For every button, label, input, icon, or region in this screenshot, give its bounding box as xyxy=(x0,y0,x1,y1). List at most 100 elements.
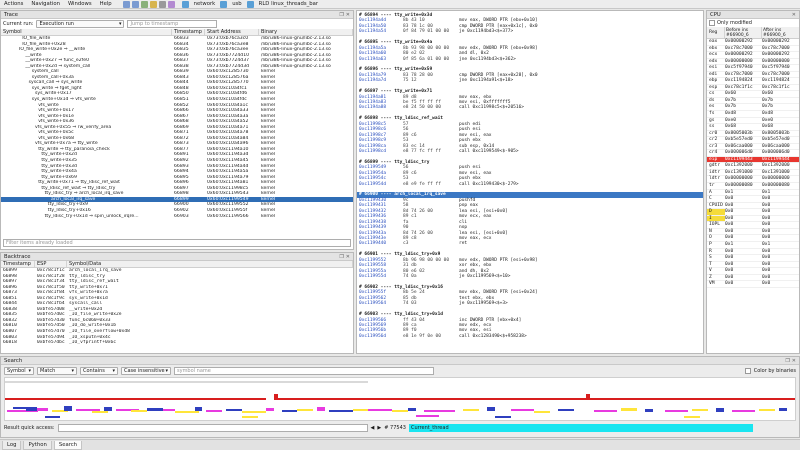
current-run-select[interactable]: Execution run ▾ xyxy=(36,20,125,28)
menu-windows[interactable]: Windows xyxy=(64,1,96,7)
timeline-hit xyxy=(621,408,637,411)
search-timeline[interactable] xyxy=(4,377,796,421)
register-before: 0x7b xyxy=(725,104,737,110)
disasm-line[interactable]: 0xc1194a63 0f 85 6a 01 00 00 jne 0xc1194bd… xyxy=(357,57,703,62)
menu-actions[interactable]: Actions xyxy=(0,1,27,7)
back-icon[interactable] xyxy=(122,0,130,8)
thread-icon[interactable] xyxy=(246,0,254,8)
disasm-line[interactable]: 0xc1199564 74 03 je 0xc1199569<$+3> xyxy=(357,301,703,306)
disasm-instruction: je 0xc1194bd3<$+377> xyxy=(459,29,514,35)
col-esp[interactable]: ESP xyxy=(35,261,67,267)
search-type-select[interactable]: Symbol ▾ xyxy=(4,366,34,375)
register-name: T xyxy=(709,261,712,267)
close-icon[interactable]: ✕ xyxy=(792,358,796,364)
current-thread-bar[interactable]: Current_thread xyxy=(408,423,753,432)
disasm-address: 0xc119954d xyxy=(359,181,387,187)
only-modified-checkbox[interactable] xyxy=(709,20,715,26)
timeline-hit xyxy=(731,410,756,412)
tab-python[interactable]: Python xyxy=(23,440,52,450)
disasm-line[interactable]: 0xc1199440 c3 ret xyxy=(357,241,703,246)
register-name: P xyxy=(709,241,712,247)
register-after: 0x00000080 xyxy=(762,183,790,189)
close-icon[interactable]: ✕ xyxy=(792,12,796,18)
col-reg[interactable]: Reg xyxy=(707,27,725,38)
menu-help[interactable]: Help xyxy=(96,1,116,7)
col-symbol-data[interactable]: Symbol/Data xyxy=(67,261,353,267)
col-symbol[interactable]: Symbol xyxy=(1,29,172,35)
next-result-icon[interactable]: ▶ xyxy=(377,425,381,431)
float-icon[interactable]: ❐ xyxy=(785,358,789,364)
register-name: ebx xyxy=(709,45,718,51)
close-icon[interactable]: ✕ xyxy=(346,254,350,260)
menu-navigation[interactable]: Navigation xyxy=(27,1,64,7)
filter-icon[interactable] xyxy=(167,0,175,8)
register-before: 0x0 xyxy=(725,248,734,254)
disasm-line[interactable]: 0xc11998cd e8 77 fc ff ff call 0xc1199549<… xyxy=(357,149,703,154)
register-after: 0x1 xyxy=(762,189,771,195)
register-before: 0xd8 xyxy=(725,111,737,117)
disasm-address: 0xc1199564 xyxy=(359,301,387,307)
cpu-panel: CPU ✕ Only modified Reg Before ins #6690… xyxy=(706,10,800,354)
tab-search[interactable]: Search xyxy=(53,440,83,450)
disassembly-lines: # 66894 ---- tty_write+0x3d 0xc1194a4d 8b … xyxy=(357,11,703,339)
trace-filter-input[interactable]: Filter items already loaded xyxy=(3,239,351,247)
register-name: cr2 xyxy=(709,137,718,143)
jump-timestamp-input[interactable]: Jump to timestamp xyxy=(127,20,218,28)
color-by-binaries-checkbox[interactable] xyxy=(744,367,751,374)
network-icon[interactable] xyxy=(181,0,189,8)
disasm-line[interactable]: 0xc119954d e8 e9 fe ff ff call 0xc1199430<… xyxy=(357,182,703,187)
timeline-hit xyxy=(5,381,369,383)
col-binary[interactable]: Binary xyxy=(259,29,353,35)
search-match-select[interactable]: Match ▾ xyxy=(37,366,77,375)
float-icon[interactable]: ❐ xyxy=(339,12,343,18)
symbol-name-input[interactable]: symbol name xyxy=(174,366,434,375)
col-before[interactable]: Before ins #66900_6 xyxy=(725,27,762,38)
disasm-bytes: 74 03 xyxy=(403,301,417,307)
table-row[interactable]: tty_ldisc_try+0x1d ⇒ spin_unlock_irqre..… xyxy=(1,214,353,220)
register-name: es xyxy=(709,104,715,110)
col-after[interactable]: After ins #66900_6 xyxy=(762,27,799,38)
prev-result-icon[interactable]: ◀ xyxy=(371,425,375,431)
cpu-header: Reg Before ins #66900_6 After ins #66900… xyxy=(707,27,799,39)
register-after: 0x00000292 xyxy=(762,52,790,58)
timeline-hit xyxy=(463,409,479,411)
timeline-hit xyxy=(779,408,788,411)
timeline-hit xyxy=(534,411,551,413)
float-icon[interactable]: ❐ xyxy=(339,254,343,260)
tab-log[interactable]: Log xyxy=(2,440,22,450)
timeline-hit xyxy=(5,398,266,400)
col-start-address[interactable]: Start Address xyxy=(205,29,259,35)
close-icon[interactable]: ✕ xyxy=(346,12,350,18)
usb-icon[interactable] xyxy=(220,0,228,8)
register-name: I xyxy=(707,215,725,222)
disasm-line[interactable]: 0xc1194a54 0f 84 79 01 00 00 je 0xc1194bd3… xyxy=(357,29,703,34)
register-after: 0x0 xyxy=(762,222,771,228)
forward-icon[interactable] xyxy=(131,0,139,8)
register-after: 0xc78c7000 xyxy=(762,45,790,51)
register-after: 0x0 xyxy=(762,209,771,215)
toolbar-usb[interactable]: usb xyxy=(228,1,245,7)
home-icon[interactable] xyxy=(140,0,148,8)
disasm-line[interactable]: 0xc1194a7d 75 12 jne 0xc1194a91<$+18> xyxy=(357,78,703,83)
timeline-hit xyxy=(759,409,776,411)
register-row[interactable]: VM 0x0 0x0 xyxy=(707,281,799,288)
quick-access-input[interactable] xyxy=(57,423,368,432)
trace-symbol: tty_ldisc_try+0x1d ⇒ spin_unlock_irqre..… xyxy=(44,213,139,219)
refresh-icon[interactable] xyxy=(158,0,166,8)
disasm-bytes: 0f 85 6a 01 00 00 xyxy=(403,56,450,62)
disasm-line[interactable]: 0xc119955d 74 0a je 0xc1199569<$+10> xyxy=(357,274,703,279)
register-after: 0xb5e57ed0 xyxy=(762,137,790,143)
col-timestamp[interactable]: Timestamp xyxy=(1,261,35,267)
disasm-line[interactable]: 0xc1194a88 e8 24 50 00 00 call 0xc11998c5<… xyxy=(357,105,703,110)
col-timestamp[interactable]: Timestamp xyxy=(172,29,205,35)
register-after: 0x000006d0 xyxy=(762,150,790,156)
disasm-line[interactable]: 0xc119956d e8 1e 9f 0e 00 call 0xc1283490<… xyxy=(357,334,703,339)
toolbar-network[interactable]: network xyxy=(190,1,220,7)
search-case-select[interactable]: Case insensitive ▾ xyxy=(121,366,171,375)
table-row[interactable]: 66818 0xbfe57dbc _IO_vfprintf+0x6c xyxy=(1,340,353,346)
toolbar-rld[interactable]: RLD linux_threads_bar xyxy=(255,1,322,7)
register-name: C xyxy=(709,196,712,202)
register-after: 0x0 xyxy=(762,202,771,208)
search-contains-select[interactable]: Contains ▾ xyxy=(80,366,118,375)
bookmark-icon[interactable] xyxy=(149,0,157,8)
